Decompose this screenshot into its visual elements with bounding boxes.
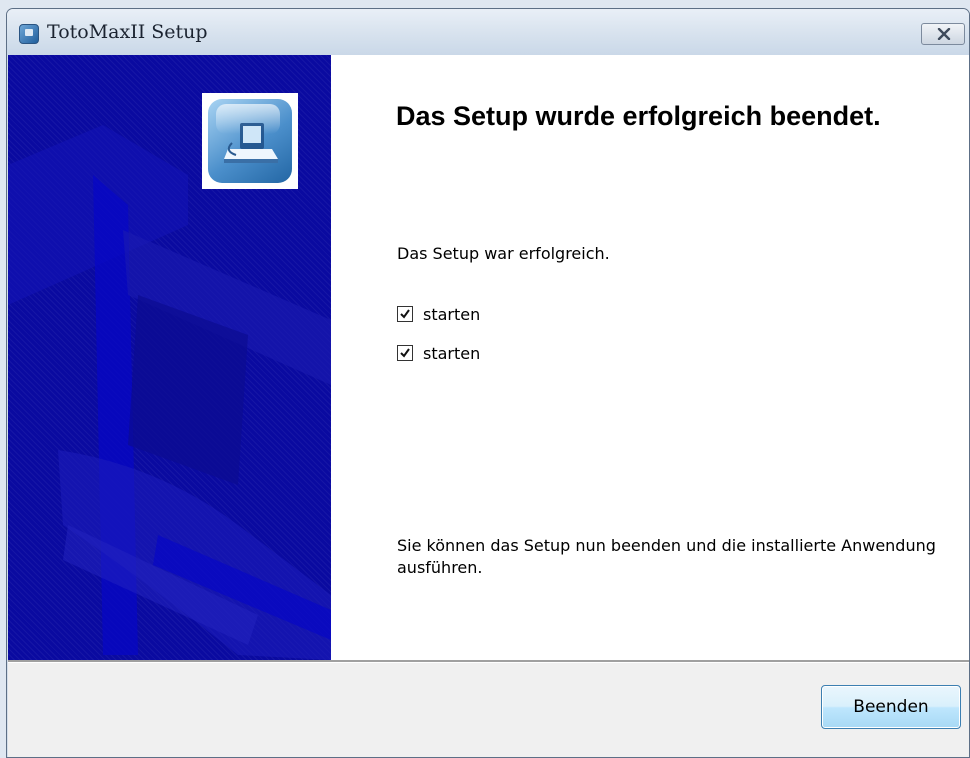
checkbox-label: starten	[423, 343, 481, 363]
computer-setup-icon	[202, 93, 298, 189]
window-title: TotoMaxII Setup	[47, 21, 208, 43]
checkmark-icon	[400, 348, 410, 358]
finish-button[interactable]: Beenden	[821, 685, 961, 729]
launch-checkbox-2[interactable]: starten	[397, 342, 480, 364]
installer-app-icon	[19, 24, 39, 44]
close-x-icon	[937, 28, 951, 40]
checkbox-box[interactable]	[397, 345, 413, 361]
setup-window: TotoMaxII Setup Das Setup wurde erfolgre…	[6, 8, 970, 758]
finish-instructions: Sie können das Setup nun beenden und die…	[397, 536, 936, 577]
dialog-client-area: Das Setup wurde erfolgreich beendet. Das…	[8, 55, 969, 757]
success-message: Das Setup war erfolgreich.	[397, 244, 610, 263]
button-area-separator	[8, 660, 969, 663]
page-heading: Das Setup wurde erfolgreich beendet.	[396, 101, 881, 131]
close-button[interactable]	[921, 23, 965, 45]
wizard-content-panel: Das Setup wurde erfolgreich beendet. Das…	[331, 55, 969, 660]
checkmark-icon	[400, 309, 410, 319]
wizard-side-banner	[8, 55, 331, 660]
checkbox-box[interactable]	[397, 306, 413, 322]
launch-checkbox-1[interactable]: starten	[397, 303, 480, 325]
checkbox-label: starten	[423, 304, 481, 324]
title-bar[interactable]: TotoMaxII Setup	[7, 9, 969, 55]
